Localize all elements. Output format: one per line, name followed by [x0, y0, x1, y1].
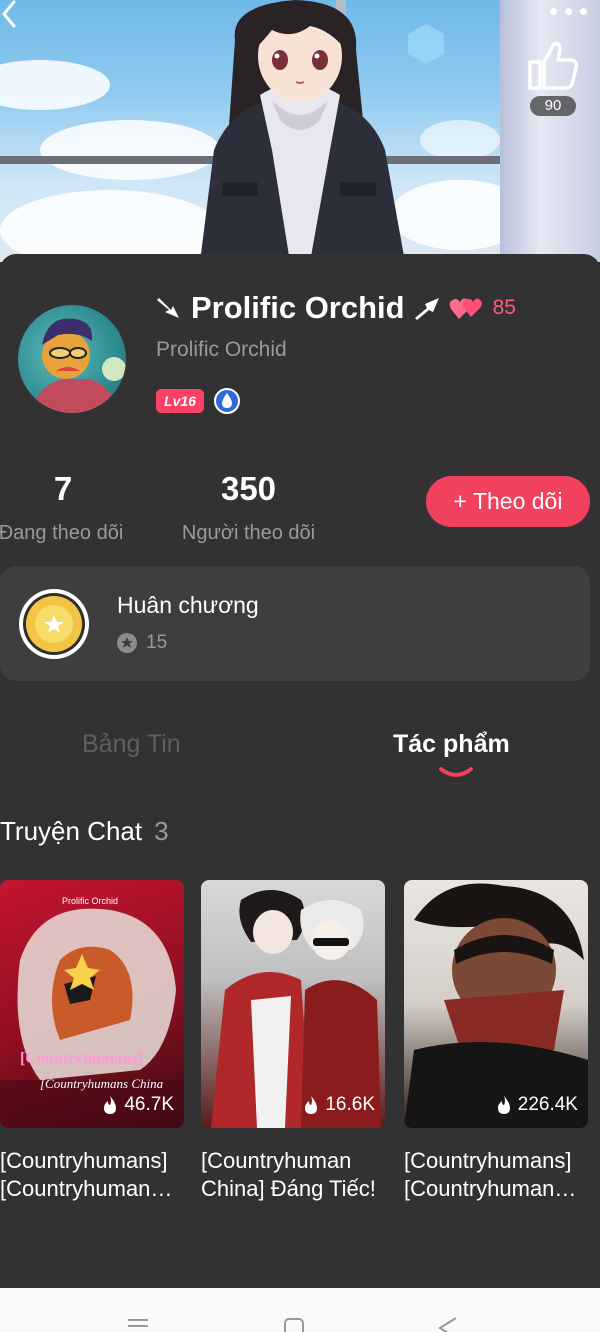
- story-cover-subtitle: [Countryhumans China: [40, 1076, 164, 1091]
- followers-stat[interactable]: 350 Người theo dõi: [176, 470, 321, 545]
- fire-icon: [497, 1096, 510, 1114]
- story-title[interactable]: [Countryhuman China] Đáng Tiếc!: [201, 1147, 391, 1203]
- section-count: 3: [154, 816, 169, 846]
- active-tab-indicator: [439, 767, 473, 777]
- tab-works[interactable]: Tác phẩm: [393, 730, 510, 759]
- more-dots-icon: [550, 8, 557, 15]
- story-title[interactable]: [Countryhumans] [Countryhuman…: [0, 1147, 190, 1203]
- followers-count: 350: [220, 470, 277, 507]
- following-label: Đang theo dõi: [0, 522, 124, 544]
- medals-title: Huân chương: [117, 592, 259, 618]
- star-badge-icon: [117, 633, 137, 653]
- hearts-icon: [449, 298, 482, 319]
- chevron-left-icon: [2, 0, 16, 28]
- thumbs-up-icon: [528, 41, 579, 90]
- fire-icon: [305, 1096, 318, 1114]
- story-cover-author: Prolific Orchid: [62, 896, 119, 906]
- story-cover-title: [Countryhumans]: [20, 1050, 143, 1067]
- profile-banner: 90: [0, 0, 600, 262]
- medals-count: 15: [146, 632, 168, 653]
- following-count: 7: [53, 470, 73, 507]
- story-cover-image: [404, 883, 588, 1128]
- back-triangle-icon[interactable]: [436, 1316, 460, 1332]
- following-stat[interactable]: 7 Đang theo dõi: [0, 470, 128, 545]
- tab-feed[interactable]: Bảng Tin: [82, 730, 181, 759]
- section-title: Truyện Chat 3: [0, 816, 169, 847]
- fire-icon: [104, 1096, 117, 1114]
- arrow-decoration-icon: [414, 298, 439, 320]
- system-navigation-bar: [0, 1288, 600, 1332]
- story-card[interactable]: Prolific Orchid [Countryhumans] [Country…: [0, 880, 184, 1128]
- profile-name: Prolific Orchid: [191, 290, 405, 325]
- story-title[interactable]: [Countryhumans] [Countryhuman…: [404, 1147, 594, 1203]
- more-options-button[interactable]: [546, 0, 592, 24]
- reputation-points: 85: [492, 296, 516, 319]
- name-row: Prolific Orchid 85: [155, 288, 516, 328]
- story-card[interactable]: 16.6K: [201, 880, 385, 1128]
- follow-button[interactable]: + Theo dõi: [426, 476, 590, 527]
- story-cover-image: [211, 890, 381, 1128]
- like-count: 90: [530, 96, 576, 116]
- medals-count-row: 15: [116, 632, 167, 654]
- story-views: 226.4K: [496, 1094, 578, 1116]
- avatar[interactable]: [18, 305, 126, 413]
- water-drop-badge-icon[interactable]: [214, 388, 240, 414]
- arrow-decoration-icon: [157, 298, 179, 318]
- medal-icon: [19, 589, 89, 659]
- followers-label: Người theo dõi: [181, 522, 316, 544]
- back-button[interactable]: [0, 0, 26, 32]
- story-views: 16.6K: [303, 1094, 375, 1116]
- like-button[interactable]: 90: [522, 40, 584, 120]
- home-icon[interactable]: [282, 1316, 306, 1332]
- menu-icon[interactable]: [126, 1316, 150, 1332]
- level-badge[interactable]: Lv16: [156, 389, 204, 413]
- story-views: 46.7K: [102, 1094, 174, 1116]
- profile-handle: Prolific Orchid: [156, 338, 287, 361]
- story-card[interactable]: 226.4K: [404, 880, 588, 1128]
- section-title-label: Truyện Chat: [0, 816, 143, 846]
- avatar-image: [32, 318, 126, 413]
- banner-character-illustration: [200, 0, 405, 262]
